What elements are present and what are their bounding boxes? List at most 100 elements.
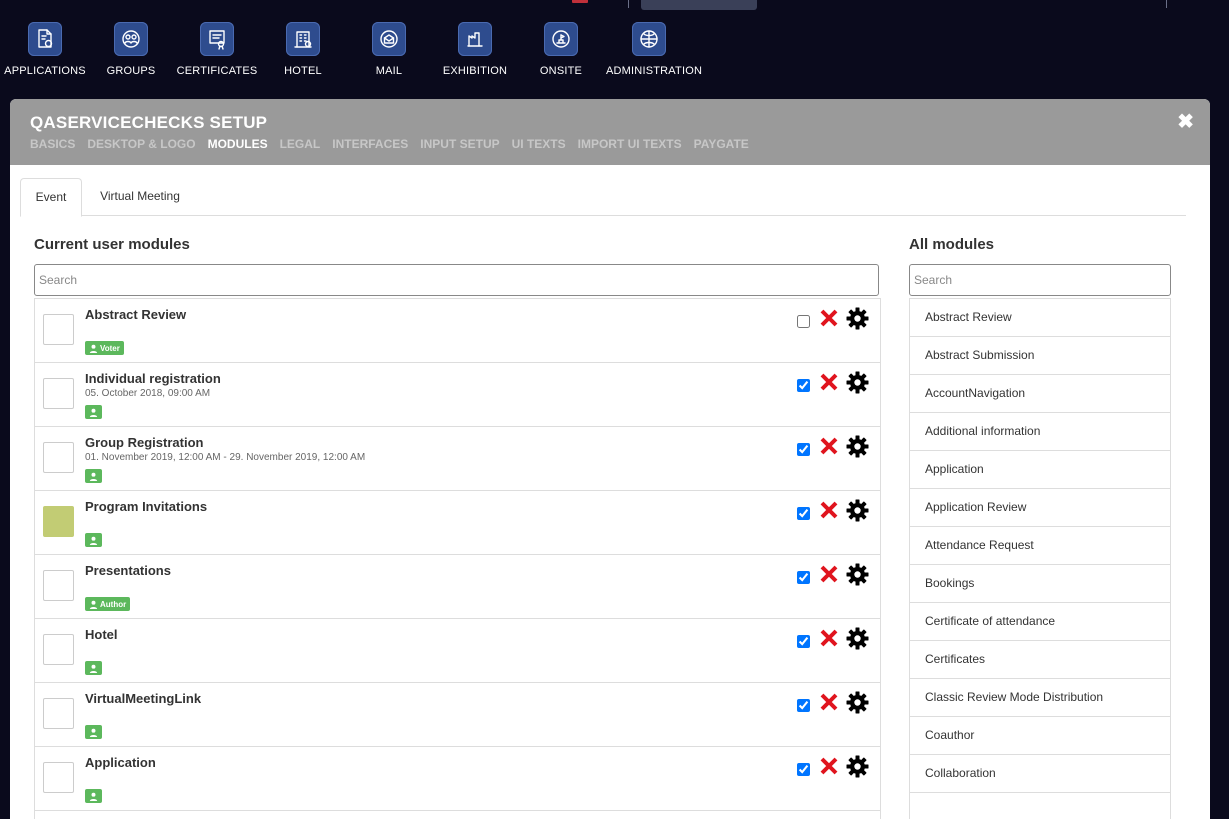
all-module-item[interactable]: Classic Review Mode Distribution: [910, 679, 1170, 717]
subtab-modules[interactable]: MODULES: [208, 137, 268, 151]
delete-icon[interactable]: [819, 372, 839, 392]
tab-event[interactable]: Event: [20, 178, 82, 217]
all-module-item[interactable]: Bookings: [910, 565, 1170, 603]
module-active-checkbox[interactable]: [797, 571, 810, 584]
module-name: VirtualMeetingLink: [85, 691, 202, 706]
subtab-legal[interactable]: LEGAL: [280, 137, 321, 151]
all-modules-list: Abstract Review Abstract Submission Accoun…: [909, 298, 1171, 819]
settings-gear-icon[interactable]: [846, 563, 869, 586]
user-icon: [89, 728, 98, 737]
nav-item-mail[interactable]: MAIL: [346, 22, 432, 77]
all-module-item[interactable]: Collaboration: [910, 755, 1170, 793]
settings-gear-icon[interactable]: [846, 435, 869, 458]
all-module-item[interactable]: Application: [910, 451, 1170, 489]
nav-item-label: HOTEL: [284, 65, 322, 77]
module-active-checkbox[interactable]: [797, 635, 810, 648]
setup-modal: QASERVICECHECKS SETUP ✖ BASICS DESKTOP & …: [10, 99, 1210, 819]
all-module-item[interactable]: Attendance Request: [910, 527, 1170, 565]
subtab-desktop-logo[interactable]: DESKTOP & LOGO: [87, 137, 195, 151]
delete-icon[interactable]: [819, 308, 839, 328]
role-badge: [85, 469, 102, 483]
delete-icon[interactable]: [819, 756, 839, 776]
nav-item-hotel[interactable]: HOTEL: [260, 22, 346, 77]
module-name: Application: [85, 755, 156, 770]
subtab-import-ui-texts[interactable]: IMPORT UI TEXTS: [578, 137, 682, 151]
module-row[interactable]: Hotel: [35, 619, 880, 683]
delete-icon[interactable]: [819, 692, 839, 712]
top-links-strip: [570, 0, 1229, 10]
nav-item-applications[interactable]: APPLICATIONS: [2, 22, 88, 77]
settings-gear-icon[interactable]: [846, 627, 869, 650]
settings-gear-icon[interactable]: [846, 371, 869, 394]
subtab-interfaces[interactable]: INTERFACES: [332, 137, 408, 151]
module-active-checkbox[interactable]: [797, 699, 810, 712]
all-module-item[interactable]: Certificate of attendance: [910, 603, 1170, 641]
module-active-checkbox[interactable]: [797, 763, 810, 776]
hotel-icon: [286, 22, 320, 56]
exhibition-icon: [458, 22, 492, 56]
all-module-item[interactable]: Abstract Review: [910, 299, 1170, 337]
module-name: Group Registration: [85, 435, 204, 450]
settings-gear-icon[interactable]: [846, 499, 869, 522]
close-icon[interactable]: ✖: [1177, 109, 1194, 134]
nav-item-label: GROUPS: [106, 65, 156, 77]
tab-virtual-meeting[interactable]: Virtual Meeting: [88, 178, 192, 214]
role-badge-label: Author: [100, 599, 127, 609]
subtab-basics[interactable]: BASICS: [30, 137, 75, 151]
onsite-icon: [544, 22, 578, 56]
settings-gear-icon[interactable]: [846, 307, 869, 330]
current-modules-search-input[interactable]: [34, 264, 879, 296]
module-active-checkbox[interactable]: [797, 315, 810, 328]
nav-item-certificates[interactable]: CERTIFICATES: [174, 22, 260, 77]
all-module-item[interactable]: Application Review: [910, 489, 1170, 527]
module-active-checkbox[interactable]: [797, 379, 810, 392]
applications-icon: [28, 22, 62, 56]
delete-icon[interactable]: [819, 628, 839, 648]
module-row[interactable]: VirtualMeetingLink: [35, 683, 880, 747]
module-row[interactable]: Individual registration 05. October 2018,…: [35, 363, 880, 427]
nav-item-groups[interactable]: GROUPS: [88, 22, 174, 77]
nav-item-label: MAIL: [375, 65, 403, 77]
all-module-item[interactable]: Abstract Submission: [910, 337, 1170, 375]
module-name: Abstract Review: [85, 307, 187, 322]
all-module-item[interactable]: Additional information: [910, 413, 1170, 451]
settings-gear-icon[interactable]: [846, 691, 869, 714]
module-row[interactable]: Group Registration 01. November 2019, 12:…: [35, 427, 880, 491]
module-date: 01. November 2019, 12:00 AM - 29. Novemb…: [85, 452, 366, 463]
nav-item-label: EXHIBITION: [442, 65, 508, 77]
all-module-item[interactable]: Coauthor: [910, 717, 1170, 755]
delete-icon[interactable]: [819, 436, 839, 456]
all-module-item[interactable]: AccountNavigation: [910, 375, 1170, 413]
module-thumbnail: [43, 506, 74, 537]
module-active-checkbox[interactable]: [797, 507, 810, 520]
nav-item-exhibition[interactable]: EXHIBITION: [432, 22, 518, 77]
active-top-link[interactable]: [641, 0, 757, 10]
role-badge: Voter: [85, 341, 124, 355]
module-row[interactable]: Presentations Author: [35, 555, 880, 619]
certificates-icon: [200, 22, 234, 56]
module-row[interactable]: Application: [35, 747, 880, 811]
settings-gear-icon[interactable]: [846, 755, 869, 778]
module-name: Individual registration: [85, 371, 221, 386]
all-module-item[interactable]: Certificates: [910, 641, 1170, 679]
divider: [1166, 0, 1167, 8]
module-thumbnail: [43, 442, 74, 473]
nav-item-onsite[interactable]: ONSITE: [518, 22, 604, 77]
language-flag-icon[interactable]: [572, 0, 588, 3]
module-active-checkbox[interactable]: [797, 443, 810, 456]
module-thumbnail: [43, 698, 74, 729]
module-thumbnail: [43, 570, 74, 601]
module-thumbnail: [43, 762, 74, 793]
module-row[interactable]: Abstract Review Voter: [35, 299, 880, 363]
user-icon: [89, 536, 98, 545]
delete-icon[interactable]: [819, 564, 839, 584]
subtab-paygate[interactable]: PAYGATE: [694, 137, 749, 151]
delete-icon[interactable]: [819, 500, 839, 520]
subtab-input-setup[interactable]: INPUT SETUP: [420, 137, 499, 151]
subtab-ui-texts[interactable]: UI TEXTS: [512, 137, 566, 151]
setup-subtabs: BASICS DESKTOP & LOGO MODULES LEGAL INTERFAC…: [30, 137, 749, 151]
user-icon: [89, 408, 98, 417]
module-row[interactable]: Program Invitations: [35, 491, 880, 555]
nav-item-administration[interactable]: ADMINISTRATION: [606, 22, 702, 77]
all-modules-search-input[interactable]: [909, 264, 1171, 296]
